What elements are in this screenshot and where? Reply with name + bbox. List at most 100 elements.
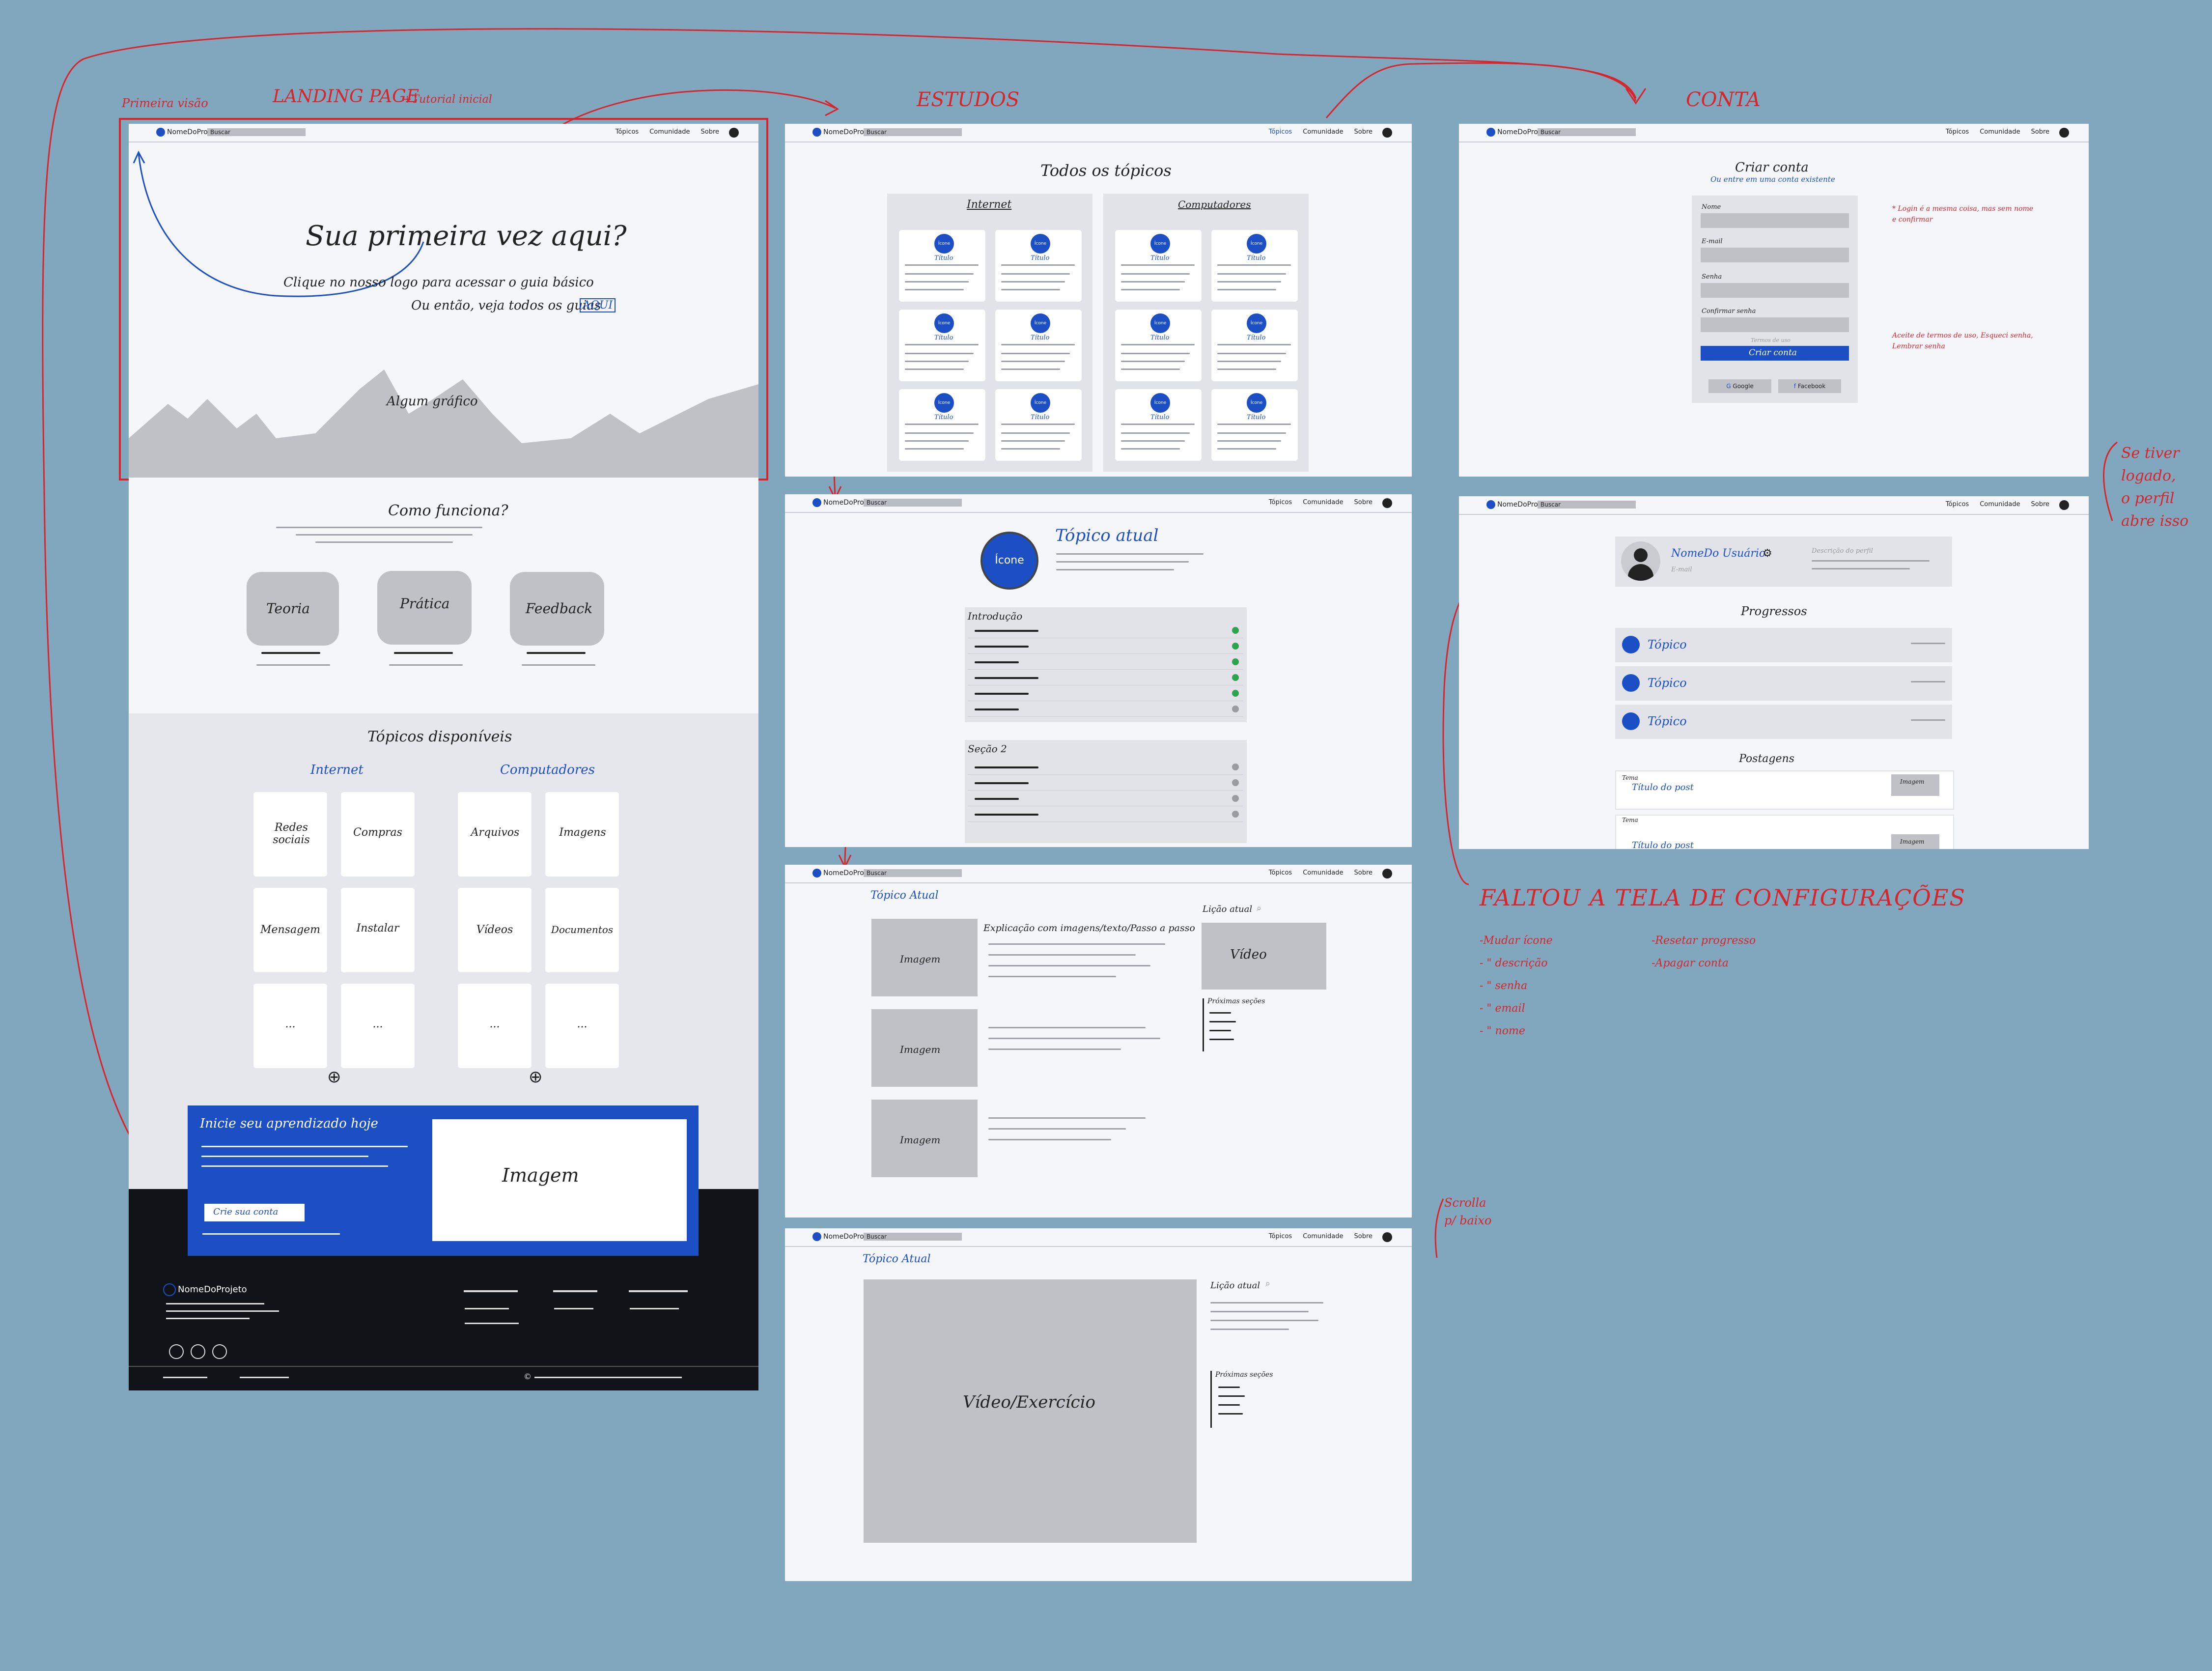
nav-sobre[interactable]: Sobre [1354, 1233, 1372, 1240]
avatar[interactable] [2059, 500, 2069, 510]
nav-sobre[interactable]: Sobre [700, 128, 719, 136]
profile-descricao: Descrição do perfil [1812, 547, 1873, 555]
copyright: © [524, 1372, 532, 1381]
nav-sobre[interactable]: Sobre [1354, 499, 1372, 506]
landing-nav: NomeDoProjeto Buscar Tópicos Comunidade So… [129, 124, 758, 142]
aqui-link[interactable]: AQUI [580, 298, 616, 312]
licao-video-label: Vídeo [1230, 947, 1267, 962]
gear-icon[interactable]: ⚙ [1763, 547, 1772, 560]
search-input[interactable]: Buscar [864, 1233, 962, 1241]
estudos-todos: NomeDoProjeto Buscar Tópicos Comunidade Sobr… [785, 124, 1412, 477]
footer-logo[interactable]: NomeDoProjeto [163, 1283, 247, 1296]
lesson-image-label: Imagem [900, 1044, 941, 1055]
pending-icon [1232, 811, 1239, 818]
nav-comunidade[interactable]: Comunidade [1303, 869, 1343, 877]
topicos-col2[interactable]: Computadores [500, 763, 595, 777]
confirmar-field[interactable] [1701, 317, 1849, 332]
entrar-link[interactable]: Ou entre em uma conta existente [1710, 175, 1835, 184]
check-icon [1232, 627, 1239, 634]
config-item: - " descrição [1480, 957, 1548, 969]
post-tema: Tema [1622, 817, 1638, 823]
topic-card-title: Título [1247, 255, 1266, 262]
email-field[interactable] [1701, 248, 1849, 262]
config-item: - " senha [1480, 980, 1528, 992]
avatar[interactable] [1382, 869, 1392, 878]
nav-topicos[interactable]: Tópicos [616, 128, 639, 136]
nav-comunidade[interactable]: Comunidade [1980, 128, 2020, 136]
como-funciona-title: Como funciona? [388, 502, 508, 519]
topic-card-label: Arquivos [471, 826, 520, 839]
pending-icon [1232, 795, 1239, 802]
search-icon[interactable]: ⌕ [1265, 1278, 1270, 1289]
avatar[interactable] [729, 128, 739, 138]
social-icon[interactable] [191, 1344, 205, 1359]
avatar[interactable] [1382, 128, 1392, 138]
postagens-title: Postagens [1739, 753, 1794, 765]
add-topic-icon[interactable]: ⊕ [529, 1067, 543, 1087]
social-icon[interactable] [212, 1344, 227, 1359]
nav-topicos[interactable]: Tópicos [1269, 869, 1292, 877]
conta-perfil: NomeDoProjeto Buscar Tópicos Comunidade Sobr… [1459, 496, 2089, 849]
nav-comunidade[interactable]: Comunidade [649, 128, 690, 136]
nav-comunidade[interactable]: Comunidade [1303, 1233, 1343, 1240]
avatar[interactable] [1382, 498, 1392, 508]
termos-link[interactable]: Termos de uso [1751, 337, 1791, 343]
nav-topicos[interactable]: Tópicos [1946, 128, 1969, 136]
nav-comunidade[interactable]: Comunidade [1980, 501, 2020, 508]
hero-title: Sua primeira vez aqui? [306, 220, 627, 252]
note-termos: Aceite de termos de uso, Esqueci senha, … [1892, 332, 2033, 350]
topic-icon: Ícone [1247, 313, 1266, 333]
search-input[interactable]: Buscar [1538, 128, 1636, 136]
logo-icon [156, 128, 165, 137]
section-title: Seção 2 [968, 743, 1007, 755]
social-icon[interactable] [169, 1344, 184, 1359]
search-input[interactable]: Buscar [864, 499, 962, 507]
nav-topicos[interactable]: Tópicos [1269, 1233, 1292, 1240]
breadcrumb[interactable]: Tópico Atual [870, 889, 939, 902]
nav-topicos[interactable]: Tópicos [1269, 128, 1292, 136]
breadcrumb[interactable]: Tópico Atual [863, 1253, 931, 1265]
search-input[interactable]: Buscar [207, 128, 306, 136]
topic-card-label: Mensagem [260, 924, 321, 936]
add-topic-icon[interactable]: ⊕ [327, 1067, 341, 1087]
avatar[interactable] [1382, 1232, 1392, 1242]
progress-topic: Tópico [1648, 638, 1687, 651]
topic-icon: Ícone [1031, 393, 1050, 413]
nav-sobre[interactable]: Sobre [2031, 501, 2049, 508]
topic-card-label: ... [489, 1018, 500, 1030]
nav-sobre[interactable]: Sobre [1354, 128, 1372, 136]
nav-sobre[interactable]: Sobre [1354, 869, 1372, 877]
nome-field[interactable] [1701, 213, 1849, 228]
estudos-licao: NomeDoProjeto Buscar Tópicos Comunidade Sobr… [785, 865, 1412, 1218]
progressos-title: Progressos [1741, 604, 1807, 618]
search-input[interactable]: Buscar [1538, 501, 1636, 509]
senha-field[interactable] [1701, 283, 1849, 298]
nav-comunidade[interactable]: Comunidade [1303, 128, 1343, 136]
licao-atual-label: Lição atual [1203, 904, 1253, 914]
criar-button-label: Criar conta [1749, 348, 1797, 358]
topic-card-title: Título [1150, 334, 1170, 341]
nav-comunidade[interactable]: Comunidade [1303, 499, 1343, 506]
hero-mountains [129, 369, 758, 478]
profile-header [1615, 537, 1952, 587]
nav-topicos[interactable]: Tópicos [1946, 501, 1969, 508]
topic-card-label: Documentos [551, 924, 614, 935]
nav-sobre[interactable]: Sobre [2031, 128, 2049, 136]
search-input[interactable]: Buscar [864, 128, 962, 136]
cta-image-label: Imagem [502, 1164, 579, 1186]
nav-topicos[interactable]: Tópicos [1269, 499, 1292, 506]
config-item: - " email [1480, 1002, 1525, 1015]
check-icon [1232, 643, 1239, 650]
topic-icon: Ícone [934, 234, 954, 254]
avatar[interactable] [2059, 128, 2069, 138]
facebook-button[interactable]: f Facebook [1778, 379, 1841, 393]
topic-icon: Ícone [934, 393, 954, 413]
search-input[interactable]: Buscar [864, 869, 962, 877]
topic-icon: Ícone [1150, 393, 1170, 413]
section-introducao [965, 607, 1247, 722]
search-icon[interactable]: ⌕ [1257, 903, 1261, 913]
config-item: - " nome [1480, 1025, 1525, 1037]
topicos-col1[interactable]: Internet [310, 763, 364, 777]
google-button[interactable]: G Google [1708, 379, 1771, 393]
topic-icon: Ícone [1150, 313, 1170, 333]
